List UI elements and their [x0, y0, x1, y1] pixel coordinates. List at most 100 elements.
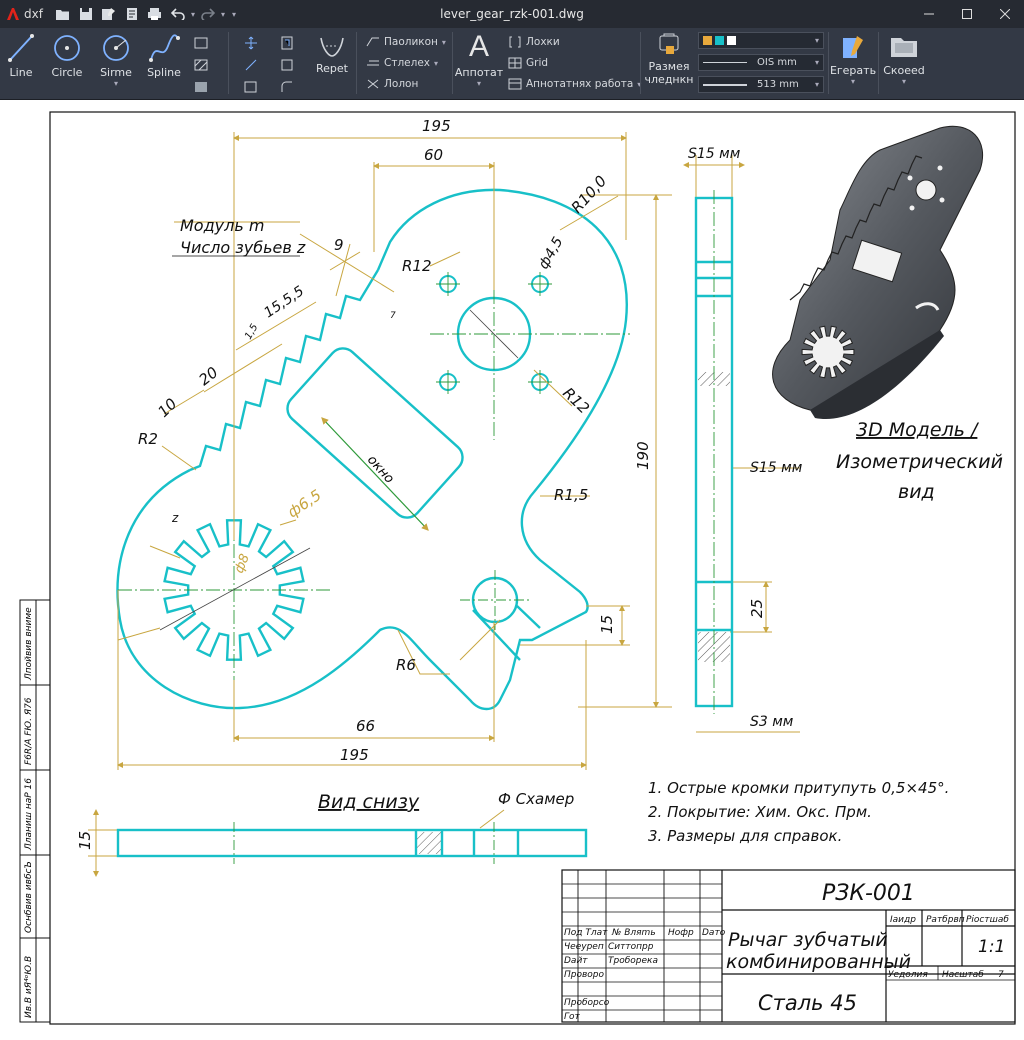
linetype-preview	[703, 62, 747, 63]
module-label: Модуль m	[180, 216, 264, 235]
circle-tool-button[interactable]: Circle	[50, 32, 84, 79]
tools-button[interactable]: Егерать ▾	[830, 32, 876, 86]
side-stamp-1: Лпойвив вниме	[24, 607, 34, 681]
row-1-name: Ситтопрр	[608, 942, 654, 952]
sheets-label: Насштаб	[942, 970, 984, 980]
circle-icon	[54, 35, 80, 61]
gradient-icon[interactable]	[194, 80, 208, 94]
linetype-select[interactable]: OIS mm ▾	[698, 54, 824, 71]
row-3-role: Проворо	[564, 970, 605, 980]
dim-phi8: ф8	[232, 552, 253, 576]
hub-bore[interactable]	[430, 180, 630, 440]
redo-icon[interactable]	[198, 4, 218, 24]
row-2-role: Dайт	[564, 956, 588, 966]
grid-button[interactable]: Grid	[508, 57, 548, 69]
separator	[640, 32, 641, 94]
customize-toolbar-icon[interactable]: ▾	[232, 10, 236, 19]
dim-phi45: ф4,5	[536, 234, 567, 272]
save-as-icon[interactable]	[99, 4, 119, 24]
arc-dropdown-icon[interactable]: ▾	[114, 79, 118, 88]
arc-tool-button[interactable]: Sirme ▾	[98, 32, 134, 88]
dim-15-small: 1,5	[243, 322, 260, 341]
group-button[interactable]: Скоеed ▾	[882, 32, 926, 86]
array-tool-button[interactable]: Repet	[312, 34, 352, 75]
lineweight-select[interactable]: 513 mm ▾	[698, 76, 824, 93]
tools-dropdown-icon[interactable]: ▾	[851, 77, 855, 86]
sheet-label: Уедолия	[888, 970, 928, 980]
dim-9: 9	[334, 236, 344, 254]
layer-properties-button[interactable]: Паоликон ▾	[366, 36, 446, 48]
plot-icon[interactable]	[122, 4, 142, 24]
scale-value: 1:1	[978, 937, 1005, 957]
title-bar: dxf ▾ ▾ ▾ lever_gear_rzk-001.dwg	[0, 0, 1024, 28]
linetype-dropdown-icon: ▾	[814, 58, 819, 67]
rotate-icon[interactable]	[280, 36, 294, 50]
close-button[interactable]	[986, 0, 1024, 28]
autocad-window: dxf ▾ ▾ ▾ lever_gear_rzk-001.dwg Line Ci…	[0, 0, 1024, 1040]
layer-state-button[interactable]: Стлелех ▾	[366, 57, 438, 69]
line-icon	[8, 34, 34, 62]
stretch-icon[interactable]	[244, 80, 258, 94]
maximize-button[interactable]	[948, 0, 986, 28]
annotation-text-button[interactable]: A Аппотат ▾	[455, 30, 503, 88]
side-view[interactable]	[694, 190, 734, 714]
side-stamp-4: Оснбвив ивбсЪ	[24, 861, 34, 933]
spline-tool-button[interactable]: Spline	[146, 32, 182, 79]
side-stamp-column: Лпойвив вниме F6R/A FЮ. Я76 Лланиш нaP 1…	[19, 599, 51, 1023]
dim-66: 66	[356, 717, 375, 735]
array-icon	[320, 37, 344, 57]
undo-dropdown-icon[interactable]: ▾	[191, 10, 195, 19]
hdr-litera: Іаидр	[890, 915, 916, 925]
separator	[356, 32, 357, 94]
keyhole-notch[interactable]	[460, 570, 530, 630]
app-logo-icon[interactable]	[6, 7, 20, 21]
undo-icon[interactable]	[168, 4, 188, 24]
side-stamp-3: Лланиш нaP 16	[24, 778, 34, 851]
side-stamp-5: Ив.В иЯ⁴ᵒЮ.В	[24, 956, 34, 1018]
spline-hole[interactable]	[118, 500, 330, 680]
color-select[interactable]: ▾	[698, 32, 824, 49]
text-a-icon: A	[468, 30, 489, 63]
drawing-sheet[interactable]: Лпойвив вниме F6R/A FЮ. Я76 Лланиш нaP 1…	[0, 100, 1024, 1040]
group-dropdown-icon[interactable]: ▾	[902, 77, 906, 86]
fillet-icon[interactable]	[280, 80, 294, 94]
isometric-3d-model[interactable]	[772, 125, 984, 420]
dim-7: 7	[390, 311, 396, 321]
copy-icon[interactable]	[244, 58, 258, 72]
annotation-work-button[interactable]: Апнотатнях работа▾	[508, 78, 641, 90]
hatch-icon[interactable]	[194, 58, 208, 72]
line-tool-button[interactable]: Line	[6, 32, 36, 79]
dim-20: 20	[195, 363, 221, 389]
save-icon[interactable]	[76, 4, 96, 24]
spline-icon	[149, 34, 180, 62]
pencil-book-icon	[843, 36, 863, 58]
redo-dropdown-icon[interactable]: ▾	[221, 10, 225, 19]
move-icon[interactable]	[244, 36, 258, 50]
print-icon[interactable]	[145, 4, 165, 24]
rectangle-icon[interactable]	[194, 36, 208, 50]
lineweight-preview	[703, 83, 747, 86]
bottom-view[interactable]	[116, 809, 588, 864]
drawing-code: РЗК-001	[822, 881, 915, 906]
leader-button[interactable]: Лохки	[508, 36, 560, 48]
drawing-canvas[interactable]: Лпойвив вниме F6R/A FЮ. Я76 Лланиш нaP 1…	[0, 100, 1024, 1040]
open-folder-icon[interactable]	[53, 4, 73, 24]
mirror-icon[interactable]	[280, 58, 294, 72]
folder-icon	[891, 38, 917, 57]
layer-isolate-button[interactable]: Лолон	[366, 78, 418, 90]
iso-label-2: Изометрический	[836, 451, 1003, 473]
annotation-dropdown-icon[interactable]: ▾	[477, 79, 481, 88]
dim-60: 60	[424, 146, 443, 164]
bottom-view-label: Вид снизу	[318, 791, 420, 813]
dim-195-top: 195	[422, 117, 451, 135]
match-properties-button[interactable]: Размея чледнкн	[645, 32, 693, 86]
teeth-label: Число зубьев z	[180, 238, 306, 257]
row-5-role: Гот	[564, 1012, 581, 1022]
match-properties-icon	[659, 33, 679, 54]
arc-icon	[103, 35, 129, 61]
minimize-button[interactable]	[910, 0, 948, 28]
grid-icon	[508, 57, 522, 69]
dim-z: z	[171, 511, 179, 525]
color-swatch-cyan	[715, 36, 724, 45]
dim-r12-b: R12	[559, 384, 593, 417]
